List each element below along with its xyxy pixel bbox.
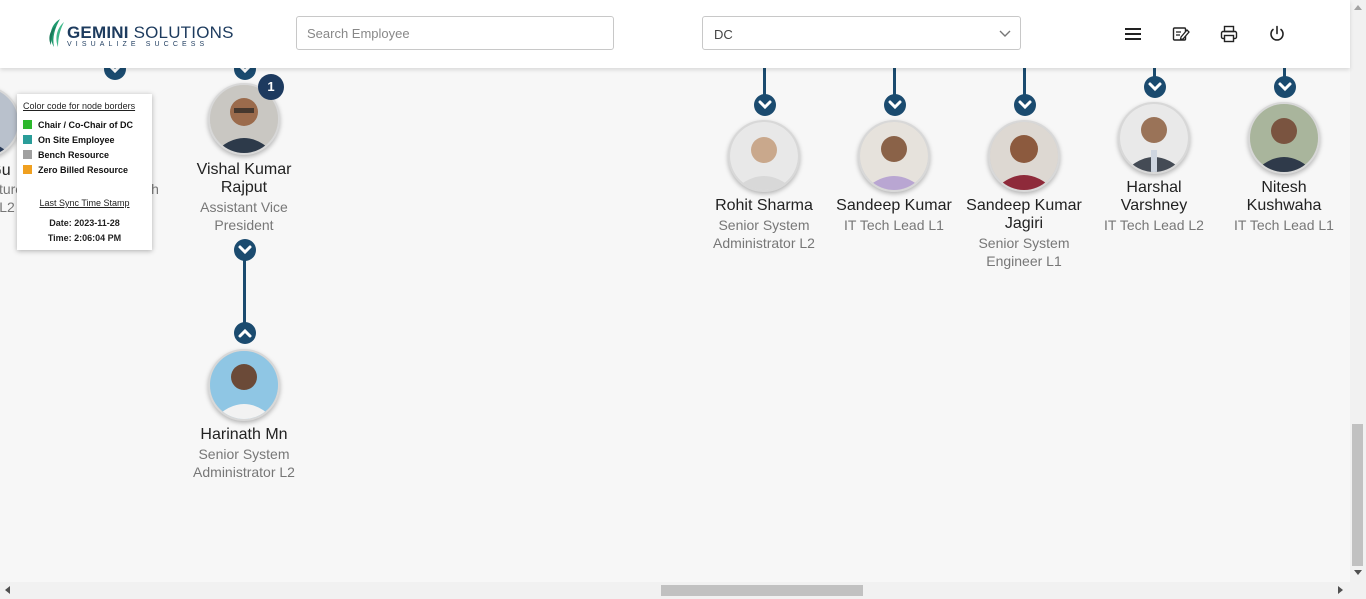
connector-line [893,68,896,96]
node-designation-vishal-2: President [214,217,274,233]
avatar-sandeep-jagiri[interactable] [988,120,1060,192]
node-name-rohit: Rohit Sharma [715,197,813,214]
reportee-count-badge: 1 [258,74,284,100]
horizontal-scroll-thumb[interactable] [661,585,863,596]
node-name-vishal-2: Rajput [220,179,268,196]
vertical-scroll-thumb[interactable] [1352,424,1363,566]
legend-title: Color code for node borders [23,101,136,111]
legend-item-onsite: On Site Employee [23,135,115,145]
expand-toggle-harshal[interactable] [1144,76,1166,98]
menu-icon[interactable] [1124,25,1142,43]
sync-time: Time: 2:06:04 PM [47,233,122,243]
avatar-sandeep[interactable] [858,120,930,192]
scroll-down-arrow[interactable] [1354,570,1362,575]
power-icon[interactable] [1268,25,1286,43]
node-designation-vishal: Assistant Vice [200,199,288,215]
node-designation-sandeep-jagiri-2: Engineer L1 [986,253,1062,269]
node-name-sandeep-jagiri-2: Jagiri [1004,215,1044,232]
node-name-harshal: Harshal [1126,179,1182,196]
vertical-scrollbar[interactable] [1350,0,1366,582]
node-designation-rohit-2: Administrator L2 [713,235,815,251]
connector-line [1023,68,1026,96]
node-name-vishal: Vishal Kumar [196,161,292,178]
legend-item-chair: Chair / Co-Chair of DC [23,120,133,130]
department-select[interactable]: DC [702,16,1021,50]
sync-title: Last Sync Time Stamp [39,198,130,208]
legend-item-bench: Bench Resource [23,150,109,160]
node-name-harshal-2: Varshney [1120,197,1188,214]
node-designation-harinath-2: Administrator L2 [193,464,295,480]
node-designation-rohit: Senior System [718,217,810,233]
department-select-value: DC [714,27,733,42]
legend-item-zero-billed: Zero Billed Resource [23,165,128,175]
logo-wordmark: GEMINI SOLUTIONS [67,23,234,42]
top-header: GEMINI SOLUTIONS VISUALIZE SUCCESS DC [0,0,1350,68]
connector-line [243,260,246,324]
expand-toggle-rohit[interactable] [754,94,776,116]
node-name-nitesh: Nitesh [1261,179,1307,196]
connector-line [763,68,766,96]
expand-toggle-nitesh[interactable] [1274,76,1296,98]
avatar-rohit[interactable] [728,120,800,192]
scroll-left-arrow[interactable] [5,586,10,594]
collapse-toggle-vishal[interactable] [234,239,256,261]
expand-up-toggle-harinath[interactable] [234,322,256,344]
chevron-down-icon [999,30,1011,37]
logo-tagline: VISUALIZE SUCCESS [67,41,209,48]
search-employee-input[interactable] [296,16,614,50]
scroll-right-arrow[interactable] [1338,586,1343,594]
expand-toggle-sandeep-jagiri[interactable] [1014,94,1036,116]
node-name-harinath: Harinath Mn [200,426,288,443]
gemini-solutions-logo[interactable]: GEMINI SOLUTIONS VISUALIZE SUCCESS [46,17,233,51]
border-color-legend: Color code for node borders Chair / Co-C… [17,94,152,250]
sync-date: Date: 2023-11-28 [49,218,120,228]
node-designation-sandeep-jagiri: Senior System [978,235,1070,251]
avatar-nitesh[interactable] [1248,102,1320,174]
print-icon[interactable] [1220,25,1238,43]
node-designation-sandeep: IT Tech Lead L1 [844,217,944,233]
node-name-nitesh-2: Kushwaha [1246,197,1322,214]
leaf-logo-icon [49,19,64,47]
node-designation-harinath: Senior System [198,446,290,462]
node-designation-harshal: IT Tech Lead L2 [1104,217,1204,233]
org-chart-canvas[interactable]: Gu ture L2 Senior IT Tech 1 Vishal Kumar… [0,0,1350,582]
node-name-sandeep-jagiri: Sandeep Kumar [966,197,1082,214]
scroll-up-arrow[interactable] [1354,5,1362,10]
node-designation-nitesh: IT Tech Lead L1 [1234,217,1334,233]
horizontal-scrollbar[interactable] [0,582,1366,599]
expand-toggle-sandeep[interactable] [884,94,906,116]
edit-note-icon[interactable] [1172,25,1190,43]
avatar-harshal[interactable] [1118,102,1190,174]
node-name-sandeep: Sandeep Kumar [836,197,952,214]
avatar-harinath[interactable] [208,349,280,421]
